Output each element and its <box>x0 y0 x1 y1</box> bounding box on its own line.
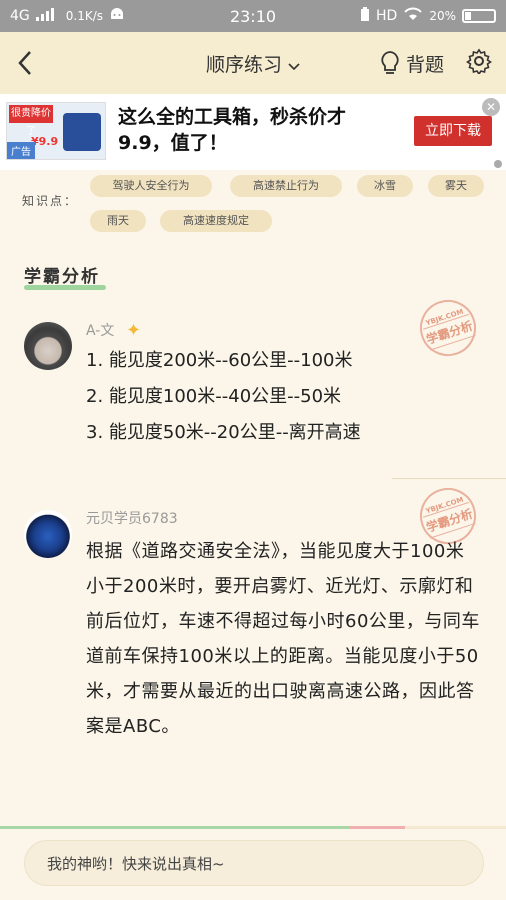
ad-image-tag: 很贵降价了 <box>9 105 53 137</box>
mode-title-text: 顺序练习 <box>205 53 282 76</box>
recite-button[interactable]: 背题 <box>380 50 444 77</box>
comment-author[interactable]: 元贝学员6783 <box>86 508 178 528</box>
battery-percent: 20% <box>429 9 456 23</box>
ad-info-icon <box>494 160 502 168</box>
ad-image-price: ¥9.9 <box>31 135 59 148</box>
lightbulb-icon <box>381 51 399 74</box>
top-header: 顺序练习 背题 <box>0 32 506 94</box>
mode-selector[interactable]: 顺序练习 <box>206 54 300 76</box>
section-underline <box>24 285 106 290</box>
avatar[interactable] <box>24 510 72 558</box>
comment-text: 根据《道路交通安全法》，当能见度大于100米小于200米时，要开启雾灯、近光灯、… <box>86 541 480 737</box>
back-button[interactable] <box>0 32 50 94</box>
xueba-stamp: YBJK.COM 学霸分析 <box>412 292 484 364</box>
answer-progress-bar <box>0 826 506 829</box>
knowledge-tag[interactable]: 高速禁止行为 <box>230 175 342 197</box>
knowledge-tag[interactable]: 高速速度规定 <box>160 210 272 232</box>
ad-text: 这么全的工具箱，秒杀价才9.9，值了！ <box>118 106 347 154</box>
gear-icon <box>466 48 492 76</box>
knowledge-tag[interactable]: 雾天 <box>428 175 484 197</box>
divider <box>392 478 506 479</box>
comment-line: 1. 能见度200米--60公里--100米 <box>86 350 353 371</box>
knowledge-tag[interactable]: 驾驶人安全行为 <box>90 175 212 197</box>
ad-download-button[interactable]: 立即下载 <box>414 116 492 146</box>
battery-icon <box>462 9 496 23</box>
clock: 23:10 <box>229 6 277 26</box>
comment-input[interactable]: 我的神哟！快来说出真相~ <box>24 840 484 886</box>
ad-label: 广告 <box>7 142 35 159</box>
battery-fill <box>465 12 471 20</box>
ad-image: 很贵降价了 ¥9.9 广告 <box>6 102 106 160</box>
settings-button[interactable] <box>466 48 492 78</box>
net-speed: 0.1K/s <box>65 9 104 23</box>
correct-progress <box>0 826 350 829</box>
comment-line: 3. 能见度50米--20公里--离开高速 <box>86 422 361 443</box>
wifi-icon <box>403 7 423 25</box>
knowledge-label: 知识点： <box>22 194 79 208</box>
sparkle-icon: ✦ <box>126 320 142 341</box>
comment-author[interactable]: A-文 <box>86 320 114 340</box>
signal-icon <box>35 7 60 25</box>
chevron-down-icon <box>288 54 300 76</box>
comment-line: 2. 能见度100米--40公里--50米 <box>86 386 342 407</box>
back-arrow-icon <box>18 51 31 75</box>
knowledge-tag[interactable]: 冰雪 <box>357 175 413 197</box>
android-icon <box>109 7 125 25</box>
avatar[interactable] <box>24 322 72 370</box>
ad-banner[interactable]: 很贵降价了 ¥9.9 广告 这么全的工具箱，秒杀价才9.9，值了！ 立即下载 ✕ <box>0 94 506 170</box>
network-label: 4G <box>10 8 30 24</box>
ad-close-icon[interactable]: ✕ <box>482 98 500 116</box>
wrong-progress <box>349 826 405 829</box>
hd-label: HD <box>376 8 398 24</box>
drill-icon <box>63 113 101 151</box>
analysis-section-title: 学霸分析 <box>24 267 100 287</box>
knowledge-tag[interactable]: 雨天 <box>90 210 146 232</box>
status-bar: 4G 0.1K/s 23:10 HD 20% <box>0 0 506 32</box>
battery-charge-icon <box>360 7 370 25</box>
recite-label: 背题 <box>405 53 444 76</box>
